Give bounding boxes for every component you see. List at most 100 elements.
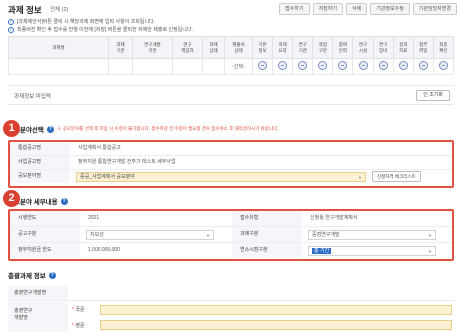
col-header: 연구 기관 xyxy=(292,36,314,59)
page-subtitle: 전체 (2) xyxy=(50,7,69,13)
col-header: 과제 상태 xyxy=(202,36,225,59)
section3-heading: 총괄과제 정보 ? xyxy=(8,270,56,280)
col-header: 과업 구분 xyxy=(312,36,334,59)
info-icon: i xyxy=(8,26,14,33)
field-value: 사업계획서 통합공고 xyxy=(78,145,121,151)
korean-name-input[interactable] xyxy=(100,305,452,315)
col-header: 제출서 상태 xyxy=(224,36,253,59)
col-header: 참여 인력 xyxy=(332,36,354,59)
section2-box: 시행연도 2021 접수유형 신청용 연구개발계획서 공고구분 지보성 ▼ 과제… xyxy=(8,209,454,261)
col-header: 과제명 xyxy=(8,36,109,59)
form-row: 통합공고명 사업계획서 통합공고 xyxy=(10,142,452,156)
chevron-down-icon: ▼ xyxy=(428,233,432,238)
checklist-button[interactable]: 신청자격 체크리스트 xyxy=(372,171,421,182)
table-cell xyxy=(132,58,173,75)
form-row: 시행연도 2021 접수유형 신청용 연구개발계획서 xyxy=(10,211,452,227)
select-value: 중공_사업계획서 공모분야 xyxy=(80,174,135,180)
col-header: 과제 구분 xyxy=(108,36,133,59)
select-value: 총 기간 xyxy=(312,248,332,254)
status-circle-icon[interactable] xyxy=(318,61,328,70)
col-header: 연구 시설 xyxy=(352,36,374,59)
form-row: 총괄연구개발명 xyxy=(8,286,454,301)
toolbar: 접수하기 저장하기 삭제 기관정보수정 기관담당자변경 xyxy=(279,3,457,15)
col-header: 연구 책임자 xyxy=(172,36,203,59)
field-label: 총괄연구개발명 xyxy=(8,286,68,300)
field-label: 통합공고명 xyxy=(10,142,70,155)
page-title: 과제 정보 xyxy=(8,5,42,15)
table-cell xyxy=(108,58,133,75)
notice-text: [과제제안서]버튼 클릭 시 해당과제 화면에 입력 사항이 조회됩니다. xyxy=(17,19,156,25)
field-value: 정부지원 통합연구개발 전주기 테스트 세부사업 xyxy=(78,159,176,165)
col-header: 성과 지표 xyxy=(392,36,414,59)
field-label: 시행연도 xyxy=(10,211,80,226)
period-select[interactable]: 총 기간 ▼ xyxy=(308,246,436,256)
status-circle-icon[interactable] xyxy=(358,61,368,70)
col-header: 기본 정보 xyxy=(251,36,274,59)
report-row: 과제정보 미입력 인 조기화 xyxy=(8,85,454,105)
korean-label: * 국문 xyxy=(72,307,85,313)
status-circle-icon[interactable] xyxy=(258,61,268,70)
help-icon[interactable]: ? xyxy=(46,125,54,133)
select-value: 지보성 xyxy=(90,232,104,238)
form-row: 정부지원금 한도 1,000,000,000 연소시점구분 총 기간 ▼ xyxy=(10,243,452,259)
table-header-row: 과제명 과제 구분 연구개발 기관 연구 책임자 과제 상태 제출서 상태 기본 정보 과제… xyxy=(8,36,455,59)
form-row: 사업공고명 정부지원 통합연구개발 전주기 테스트 세부사업 xyxy=(10,156,452,170)
header-bar: 과제 정보 전체 (2) 접수하기 저장하기 삭제 기관정보수정 기관담당자변경 xyxy=(0,0,461,20)
form-row: 공모분야명 중공_사업계획서 공모분야 ▼ 신청자격 체크리스트 xyxy=(10,170,452,184)
field-label: 공모분야명 xyxy=(10,170,70,183)
notice-type-select[interactable]: 지보성 ▼ xyxy=(86,230,214,240)
english-name-input[interactable] xyxy=(100,320,452,330)
reset-button[interactable]: 인 조기화 xyxy=(416,90,450,101)
notice-text: 최종버전 확인 후 접수를 진행 이전에 [저장] 버튼을 클릭한 뒤에만 제출… xyxy=(17,27,193,33)
warning-text: ※ 공모분야를 선택 후 저장 시 수정이 불가합니다. 접수마감 전 수정이 … xyxy=(56,126,279,131)
english-label: * 영문 xyxy=(72,323,85,329)
status-circle-icon[interactable] xyxy=(438,61,448,70)
status-circle-icon[interactable] xyxy=(398,61,408,70)
section1-box: 통합공고명 사업계획서 통합공고 사업공고명 정부지원 통합연구개발 전주기 테… xyxy=(8,140,454,188)
field-value: 2021 xyxy=(88,215,100,221)
field-label: 공고구분 xyxy=(10,227,80,242)
delete-button[interactable]: 삭제 xyxy=(345,3,368,15)
col-header: 연구 장비 xyxy=(372,36,394,59)
table-cell xyxy=(202,58,225,75)
form-row: 공고구분 지보성 ▼ 과제구분 중점연구개발 ▼ xyxy=(10,227,452,243)
field-label: 사업공고명 xyxy=(10,156,70,169)
status-circle-icon[interactable] xyxy=(338,61,348,70)
help-icon[interactable]: ? xyxy=(60,197,68,205)
status-circle-icon[interactable] xyxy=(418,61,428,70)
info-icon: i xyxy=(8,18,14,25)
manager-change-button[interactable]: 기관담당자변경 xyxy=(412,3,457,15)
select-value: 중점연구개발 xyxy=(312,232,340,238)
step-badge-2: 2 xyxy=(3,190,20,207)
chevron-down-icon: ▼ xyxy=(428,249,432,254)
field-value: 신청용 연구개발계획서 xyxy=(310,215,358,221)
submit-button[interactable]: 접수하기 xyxy=(279,3,310,15)
section1-heading: 공모분야선택 ? ※ 공모분야를 선택 후 저장 시 수정이 불가합니다. 접수… xyxy=(8,124,278,134)
status-circle-icon[interactable] xyxy=(378,61,388,70)
report-label: 과제정보 미입력 xyxy=(14,94,51,100)
chevron-down-icon: ▼ xyxy=(206,233,210,238)
col-header: 과제 요약 xyxy=(272,36,294,59)
notice-1: i [과제제안서]버튼 클릭 시 해당과제 화면에 입력 사항이 조회됩니다. xyxy=(8,18,155,25)
status-circle-icon[interactable] xyxy=(278,61,288,70)
notice-2: i 최종버전 확인 후 접수를 진행 이전에 [저장] 버튼을 클릭한 뒤에만 … xyxy=(8,26,193,33)
field-label: 연소시점구분 xyxy=(232,243,302,258)
field-label: 총괄연구개발명 xyxy=(8,302,68,332)
help-icon[interactable]: ? xyxy=(48,271,56,279)
field-select[interactable]: 중공_사업계획서 공모분야 ▼ xyxy=(76,172,366,182)
save-button[interactable]: 저장하기 xyxy=(312,3,343,15)
table-cell xyxy=(172,58,203,75)
field-value: 1,000,000,000 xyxy=(88,247,120,253)
table-cell xyxy=(8,58,109,75)
step-badge-1: 1 xyxy=(3,120,20,137)
project-type-select[interactable]: 중점연구개발 ▼ xyxy=(308,230,436,240)
field-label: 과제구분 xyxy=(232,227,302,242)
chevron-down-icon: ▼ xyxy=(358,175,362,180)
org-edit-button[interactable]: 기관정보수정 xyxy=(370,3,410,15)
col-header: 연구개발 기관 xyxy=(132,36,173,59)
status-circle-icon[interactable] xyxy=(298,61,308,70)
field-label: 접수유형 xyxy=(232,211,302,226)
table-row[interactable]: -선택- xyxy=(8,58,455,75)
section-title: 총괄과제 정보 xyxy=(8,273,46,280)
status-cell: -선택- xyxy=(224,58,253,75)
